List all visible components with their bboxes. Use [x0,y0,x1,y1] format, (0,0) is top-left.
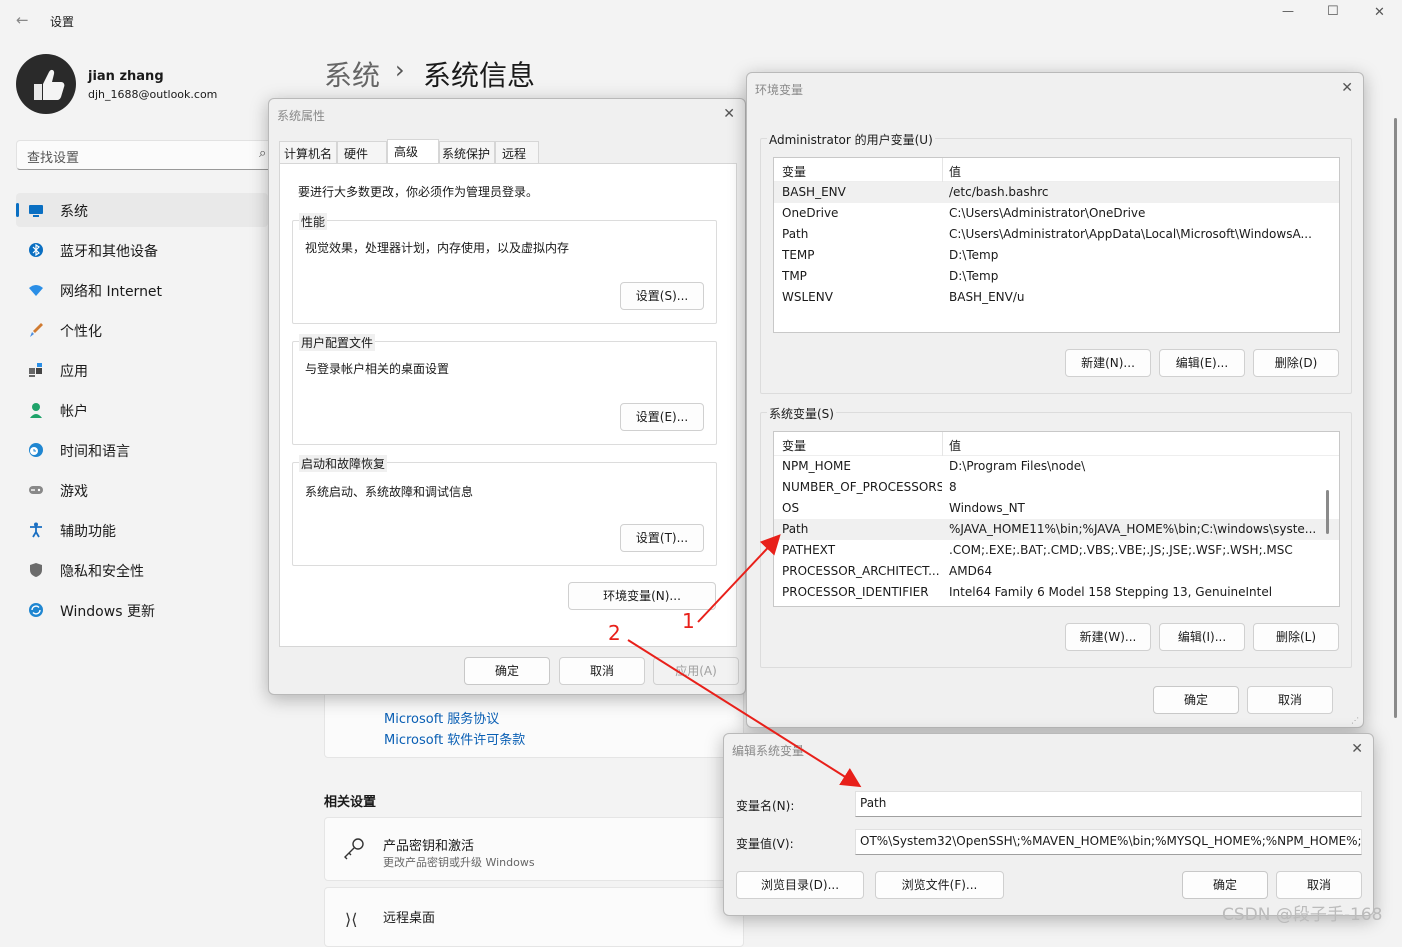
arrow-1 [697,534,781,623]
annotation-step-1: 1 [682,609,695,633]
arrow-2 [627,639,862,788]
annotation-step-2: 2 [608,621,621,645]
annotation-arrows [627,534,862,788]
watermark: CSDN @段子手-168 [1222,905,1383,925]
